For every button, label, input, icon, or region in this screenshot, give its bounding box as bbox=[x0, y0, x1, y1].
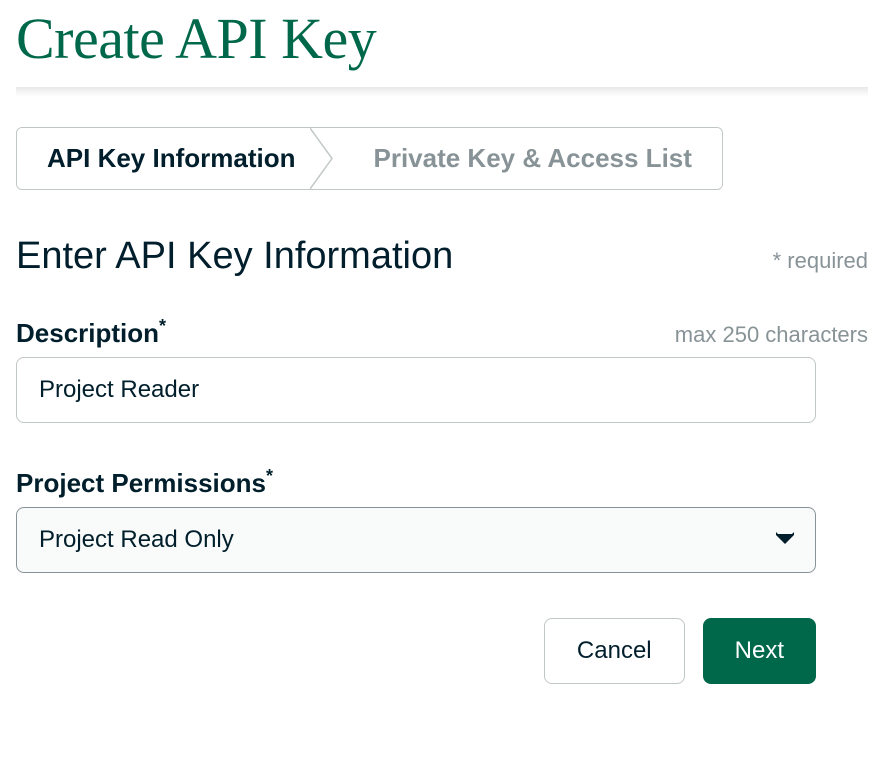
header-divider bbox=[16, 87, 868, 97]
required-asterisk: * bbox=[266, 466, 273, 486]
description-field-group: Description* max 250 characters bbox=[16, 318, 868, 423]
cancel-button[interactable]: Cancel bbox=[544, 618, 685, 684]
section-header: Enter API Key Information * required bbox=[16, 235, 868, 278]
description-hint: max 250 characters bbox=[675, 322, 868, 348]
permissions-field-group: Project Permissions* Project Read Only bbox=[16, 468, 868, 573]
step-api-key-information[interactable]: API Key Information bbox=[17, 128, 325, 189]
button-row: Cancel Next bbox=[16, 618, 816, 684]
permissions-select[interactable]: Project Read Only bbox=[16, 507, 816, 573]
next-button[interactable]: Next bbox=[703, 618, 816, 684]
description-label: Description* bbox=[16, 318, 166, 349]
steps-breadcrumb: API Key Information Private Key & Access… bbox=[16, 127, 723, 190]
step-arrow-icon bbox=[310, 128, 340, 189]
permissions-label: Project Permissions* bbox=[16, 468, 273, 499]
page-title: Create API Key bbox=[16, 5, 868, 72]
section-title: Enter API Key Information bbox=[16, 235, 453, 278]
step-private-key-access-list: Private Key & Access List bbox=[325, 128, 721, 189]
description-input[interactable] bbox=[16, 357, 816, 423]
required-asterisk: * bbox=[159, 316, 166, 336]
step-label: Private Key & Access List bbox=[373, 143, 691, 173]
required-note: * required bbox=[773, 248, 868, 274]
step-label: API Key Information bbox=[47, 143, 295, 173]
